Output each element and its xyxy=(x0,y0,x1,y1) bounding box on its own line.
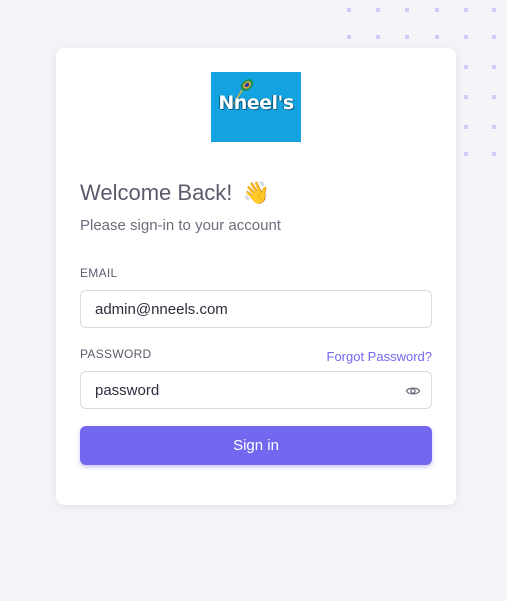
brand-logo: Nneel's xyxy=(211,72,301,142)
welcome-heading-text: Welcome Back! xyxy=(80,180,233,205)
eye-icon[interactable] xyxy=(405,383,421,399)
welcome-heading: Welcome Back! 👋 xyxy=(80,180,270,206)
password-field-wrapper xyxy=(80,371,432,409)
forgot-password-link[interactable]: Forgot Password? xyxy=(327,349,433,364)
email-input[interactable] xyxy=(95,291,395,327)
sign-in-button[interactable]: Sign in xyxy=(80,426,432,465)
password-input[interactable] xyxy=(95,372,395,408)
login-card: Nneel's Welcome Back! 👋 Please sign-in t… xyxy=(56,48,456,505)
email-label: EMAIL xyxy=(80,266,118,280)
welcome-subtitle: Please sign-in to your account xyxy=(80,217,281,234)
password-label: PASSWORD xyxy=(80,347,152,361)
email-field-wrapper xyxy=(80,290,432,328)
waving-hand-icon: 👋 xyxy=(242,180,270,205)
logo-text: Nneel's xyxy=(218,92,294,114)
